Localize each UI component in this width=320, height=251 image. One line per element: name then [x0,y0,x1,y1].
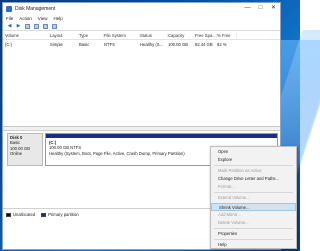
cell-free-space: 82.44 GB [195,41,213,47]
context-menu: Open Explore Mark Partition as Active Ch… [210,146,297,249]
cell-capacity: 100.00 GB [168,41,189,47]
menu-separator [214,227,293,229]
disk-management-icon [6,5,12,12]
unallocated-swatch [6,212,11,217]
toolbar: ◀ ▶ [3,22,280,31]
table-row[interactable]: (C:) Simple Basic NTFS Healthy (S... 100… [3,40,280,48]
menu-item-delete-volume: Delete Volume... [218,219,249,225]
menu-item-help[interactable]: Help [211,241,296,249]
disk-state: Online [10,151,23,157]
legend-primary-partition: Primary partition [48,212,79,217]
menu-bar: File Action View Help [3,14,280,22]
primary-partition-swatch [41,212,47,217]
volume-table: Volume Layout Type File System Status Ca… [3,32,280,127]
col-volume[interactable]: Volume [3,33,50,38]
menu-item-shrink-volume[interactable]: Shrink Volume... [211,202,296,211]
col-status[interactable]: Status [140,33,168,38]
panel-icon[interactable] [24,23,31,29]
menu-separator [214,165,293,167]
menu-help[interactable]: Help [53,16,62,21]
volume-table-header: Volume Layout Type File System Status Ca… [3,32,280,40]
cell-percent-free: 82 % [217,41,227,47]
col-layout[interactable]: Layout [50,33,79,38]
menu-item-explore[interactable]: Explore [211,156,296,164]
col-percent-free[interactable]: % Free [217,33,237,38]
maximize-button[interactable]: □ [254,3,267,14]
col-file-system[interactable]: File System [104,33,140,38]
help-icon[interactable] [33,23,40,29]
menu-item-properties[interactable]: Properties [211,230,296,238]
cell-layout: Simple [50,41,63,47]
cell-file-system: NTFS [104,41,115,47]
menu-item-format: Format... [218,184,235,190]
disk-0-label[interactable]: Disk 0 Basic 100.00 GB Online [7,133,43,166]
refresh-icon[interactable] [51,23,58,29]
menu-separator [214,192,293,194]
close-button[interactable]: ✕ [267,3,280,14]
back-arrow-icon[interactable]: ◀ [6,23,13,29]
col-free-space[interactable]: Free Spa... [195,33,217,38]
minimize-button[interactable]: — [241,3,254,14]
menu-item-extend-volume: Extend Volume... [218,195,250,201]
menu-view[interactable]: View [38,16,48,21]
forward-arrow-icon[interactable]: ▶ [15,23,22,29]
window-title: Disk Management [15,5,56,12]
legend-unallocated: Unallocated [13,212,36,217]
cell-type: Basic [79,41,90,47]
menu-action[interactable]: Action [19,16,32,21]
menu-item-mark-active: Mark Partition as Active [218,168,262,174]
menu-item-open[interactable]: Open [211,148,296,156]
menu-separator [214,238,293,240]
menu-item-change-drive-letter[interactable]: Change Drive Letter and Paths... [211,175,296,183]
col-capacity[interactable]: Capacity [168,33,195,38]
cell-status: Healthy (S... [140,41,164,47]
menu-item-add-mirror: Add Mirror... [218,211,241,217]
cell-volume: (C:) [5,41,12,47]
title-bar: Disk Management — □ ✕ [3,3,280,14]
properties-icon[interactable] [42,23,49,29]
pane-splitter[interactable] [3,127,280,131]
col-type[interactable]: Type [79,33,104,38]
menu-file[interactable]: File [6,16,13,21]
